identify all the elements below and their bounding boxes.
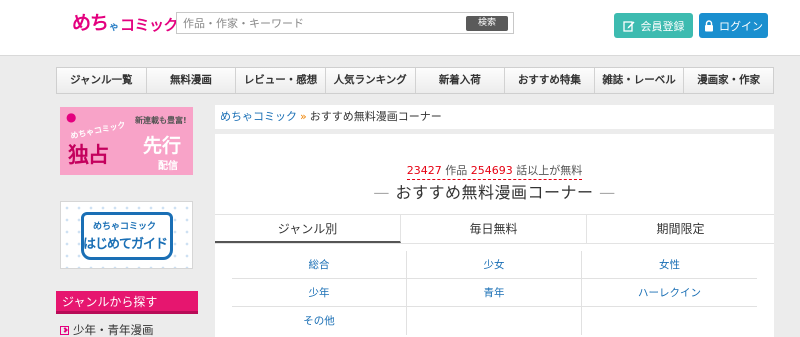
breadcrumb: めちゃコミック» おすすめ無料漫画コーナー xyxy=(215,105,774,129)
breadcrumb-home[interactable]: めちゃコミック xyxy=(220,110,297,123)
nav-features[interactable]: おすすめ特集 xyxy=(505,68,595,93)
logo-text-part2: ゃ xyxy=(109,22,120,33)
lock-icon xyxy=(705,19,713,31)
paw-icon: ● xyxy=(66,110,77,124)
page-title: — おすすめ無料漫画コーナー — xyxy=(215,179,774,203)
nav-magazines[interactable]: 雑誌・レーベル xyxy=(595,68,685,93)
banner-delivery-text: 配信 xyxy=(158,161,178,172)
genre-row: その他 xyxy=(232,307,757,335)
sidebar-item-shonen-seinen[interactable]: 少年・青年漫画 xyxy=(60,322,154,337)
site-header: めち ゃ コミック 検索 会員登録 ログイン xyxy=(0,0,800,56)
guide-title-text: はじめてガイド xyxy=(83,237,168,252)
free-count-summary: 23427 作品 254693 話以上が無料 xyxy=(215,162,774,180)
genre-link-shonen[interactable]: 少年 xyxy=(232,279,407,306)
works-unit: 作品 xyxy=(445,164,468,177)
title-dash-right: — xyxy=(599,183,616,202)
tab-daily-free[interactable]: 毎日無料 xyxy=(401,215,587,243)
genre-search-heading: ジャンルから探す xyxy=(56,291,198,314)
works-count: 23427 xyxy=(406,164,442,177)
beginners-guide-banner[interactable]: めちゃコミック はじめてガイド xyxy=(60,201,193,269)
episodes-count: 254693 xyxy=(470,164,513,177)
genre-link-josei[interactable]: 女性 xyxy=(582,251,757,278)
title-dash-left: — xyxy=(373,183,390,202)
login-button[interactable]: ログイン xyxy=(699,13,768,38)
genre-grid: 総合 少女 女性 少年 青年 ハーレクイン その他 xyxy=(232,251,757,335)
genre-row: 総合 少女 女性 xyxy=(232,251,757,279)
login-label: ログイン xyxy=(719,19,763,33)
arrow-box-icon xyxy=(60,325,69,335)
nav-authors[interactable]: 漫画家・作家 xyxy=(684,68,773,93)
site-logo[interactable]: めち ゃ コミック xyxy=(72,9,179,35)
genre-link-harlequin[interactable]: ハーレクイン xyxy=(582,279,757,306)
banner-new-text: 新連載も豊富! xyxy=(135,116,187,125)
free-manga-panel: 23427 作品 254693 話以上が無料 — おすすめ無料漫画コーナー — … xyxy=(215,134,774,337)
tab-by-genre[interactable]: ジャンル別 xyxy=(215,215,401,243)
nav-genre-list[interactable]: ジャンル一覧 xyxy=(57,68,147,93)
count-line: 23427 作品 254693 話以上が無料 xyxy=(406,162,583,180)
register-label: 会員登録 xyxy=(640,19,685,33)
search-button[interactable]: 検索 xyxy=(466,16,508,31)
nav-reviews[interactable]: レビュー・感想 xyxy=(236,68,326,93)
genre-empty-cell xyxy=(582,307,757,335)
genre-link-other[interactable]: その他 xyxy=(232,307,407,335)
genre-link-seinen[interactable]: 青年 xyxy=(407,279,582,306)
guide-brand-text: めちゃコミック xyxy=(93,222,157,232)
page-title-text: おすすめ無料漫画コーナー xyxy=(395,183,594,202)
breadcrumb-current: おすすめ無料漫画コーナー xyxy=(309,110,442,123)
sidebar-item-label: 少年・青年漫画 xyxy=(73,323,154,337)
search-bar: 検索 xyxy=(176,12,514,34)
banner-advance-text: 先行 xyxy=(143,135,182,157)
episodes-unit: 話以上が無料 xyxy=(516,164,583,177)
register-button[interactable]: 会員登録 xyxy=(614,13,693,38)
breadcrumb-separator: » xyxy=(300,110,307,123)
tab-bar: ジャンル別 毎日無料 期間限定 xyxy=(215,214,774,244)
nav-free-manga[interactable]: 無料漫画 xyxy=(147,68,237,93)
genre-empty-cell xyxy=(407,307,582,335)
tab-limited-time[interactable]: 期間限定 xyxy=(587,215,774,243)
genre-link-general[interactable]: 総合 xyxy=(232,251,407,278)
logo-text-part1: めち xyxy=(72,12,109,34)
nav-new-arrivals[interactable]: 新着入荷 xyxy=(416,68,506,93)
logo-text-part3: コミック xyxy=(120,16,179,34)
nav-ranking[interactable]: 人気ランキング xyxy=(326,68,416,93)
global-nav: ジャンル一覧 無料漫画 レビュー・感想 人気ランキング 新着入荷 おすすめ特集 … xyxy=(56,67,774,94)
edit-icon xyxy=(622,20,634,32)
genre-row: 少年 青年 ハーレクイン xyxy=(232,279,757,307)
genre-link-shojo[interactable]: 少女 xyxy=(407,251,582,278)
banner-exclusive-text: 独占 xyxy=(68,143,109,167)
exclusive-banner[interactable]: ● めちゃコミック 独占 新連載も豊富! 先行 配信 xyxy=(60,107,193,175)
search-input[interactable] xyxy=(183,13,465,33)
